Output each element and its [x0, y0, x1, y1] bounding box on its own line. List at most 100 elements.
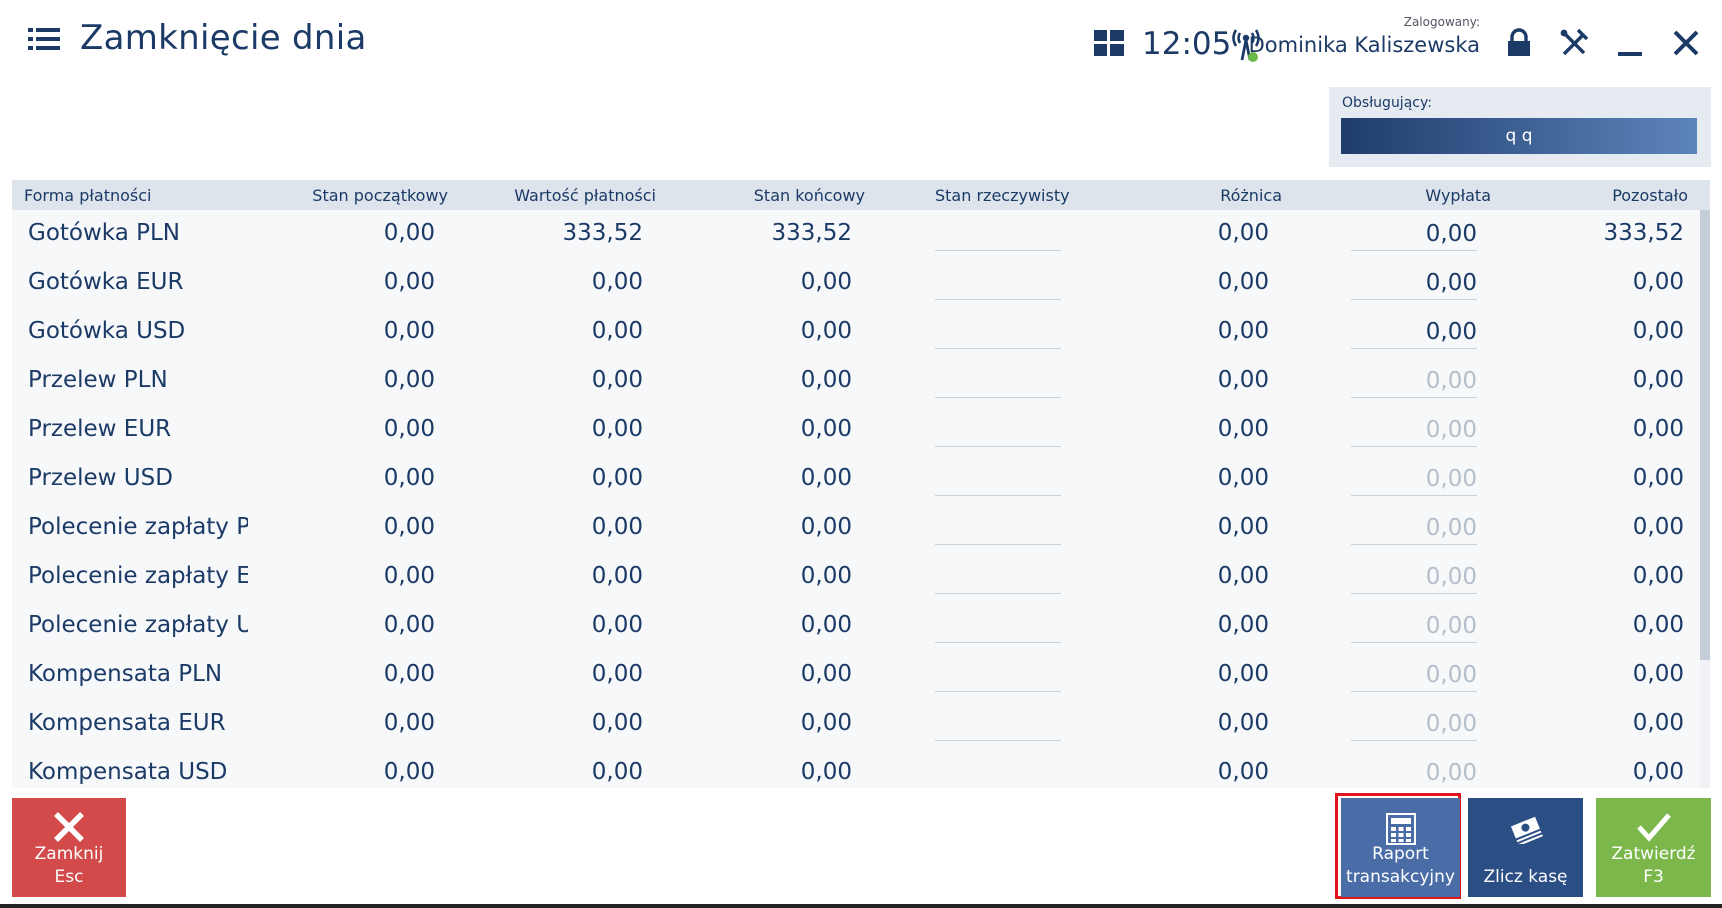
close-button-label: Zamknij — [34, 844, 104, 864]
cell-end: 0,00 — [800, 661, 852, 687]
payout-input[interactable]: 0,00 — [1351, 314, 1477, 349]
close-icon[interactable] — [1670, 27, 1702, 59]
payment-form-name: Polecenie zapłaty EUR — [28, 563, 248, 589]
table-row[interactable]: Kompensata PLN 0,00 0,00 0,00 0,00 0,00 0,00 — [12, 651, 1697, 700]
cell-start: 0,00 — [383, 318, 435, 344]
cell-start: 0,00 — [383, 612, 435, 638]
cell-start: 0,00 — [383, 220, 435, 246]
actual-amount-input[interactable] — [935, 416, 1061, 447]
table-row[interactable]: Gotówka EUR 0,00 0,00 0,00 0,00 0,00 0,00 — [12, 259, 1697, 308]
cell-end: 333,52 — [771, 220, 852, 246]
logged-in-caption: Zalogowany: — [1403, 15, 1480, 29]
minimize-icon[interactable] — [1614, 27, 1646, 59]
payment-form-name: Kompensata PLN — [28, 661, 223, 687]
tools-icon[interactable] — [1558, 27, 1590, 59]
cell-left: 0,00 — [1632, 269, 1684, 295]
cell-end: 0,00 — [800, 465, 852, 491]
payment-form-name: Przelew EUR — [28, 416, 172, 442]
payout-input[interactable]: 0,00 — [1351, 265, 1477, 300]
payout-input: 0,00 — [1351, 363, 1477, 398]
actual-amount-input[interactable] — [935, 514, 1061, 545]
payment-form-name: Gotówka USD — [28, 318, 186, 344]
actual-amount-input[interactable] — [935, 710, 1061, 741]
cell-end: 0,00 — [800, 710, 852, 736]
scrollbar-thumb[interactable] — [1700, 210, 1710, 660]
table-row[interactable]: Przelew EUR 0,00 0,00 0,00 0,00 0,00 0,00 — [12, 406, 1697, 455]
table-row[interactable]: Kompensata USD 0,00 0,00 0,00 0,00 0,00 0,00 — [12, 749, 1697, 788]
operator-label: Obsługujący: — [1342, 95, 1432, 111]
cell-diff: 0,00 — [1217, 612, 1269, 638]
close-button-shortcut: Esc — [54, 867, 84, 887]
cell-payment: 0,00 — [591, 269, 643, 295]
cell-diff: 0,00 — [1217, 318, 1269, 344]
column-header: Stan końcowy — [753, 186, 865, 205]
actual-amount-input[interactable] — [935, 612, 1061, 643]
payment-form-name: Polecenie zapłaty PLN — [28, 514, 248, 540]
cell-start: 0,00 — [383, 269, 435, 295]
payment-form-name: Przelew USD — [28, 465, 173, 491]
cell-start: 0,00 — [383, 514, 435, 540]
cell-diff: 0,00 — [1217, 514, 1269, 540]
cell-payment: 0,00 — [591, 514, 643, 540]
page-title: Zamknięcie dnia — [80, 18, 367, 58]
table-row[interactable]: Polecenie zapłaty EUR 0,00 0,00 0,00 0,00 0,0… — [12, 553, 1697, 602]
cell-diff: 0,00 — [1217, 661, 1269, 687]
cell-left: 333,52 — [1603, 220, 1684, 246]
cell-start: 0,00 — [383, 416, 435, 442]
cell-diff: 0,00 — [1217, 367, 1269, 393]
cell-left: 0,00 — [1632, 367, 1684, 393]
table-row[interactable]: Przelew USD 0,00 0,00 0,00 0,00 0,00 0,00 — [12, 455, 1697, 504]
close-button[interactable]: Zamknij Esc — [12, 798, 126, 897]
actual-amount-input[interactable] — [935, 661, 1061, 692]
cell-start: 0,00 — [383, 759, 435, 785]
cell-diff: 0,00 — [1217, 220, 1269, 246]
bottom-border — [0, 904, 1722, 908]
table-row[interactable]: Gotówka PLN 0,00 333,52 333,52 0,00 333,52 0,0… — [12, 210, 1697, 259]
table-row[interactable]: Kompensata EUR 0,00 0,00 0,00 0,00 0,00 0,00 — [12, 700, 1697, 749]
table-row[interactable]: Przelew PLN 0,00 0,00 0,00 0,00 0,00 0,00 — [12, 357, 1697, 406]
x-icon — [54, 812, 84, 842]
cell-payment: 0,00 — [591, 465, 643, 491]
cell-start: 0,00 — [383, 710, 435, 736]
table-scrollbar[interactable] — [1700, 210, 1710, 788]
actual-amount-input[interactable] — [935, 367, 1061, 398]
operator-select[interactable]: q q — [1341, 118, 1697, 154]
clock: 12:05 — [1142, 26, 1232, 62]
table-row[interactable]: Polecenie zapłaty PLN 0,00 0,00 0,00 0,00 0,0… — [12, 504, 1697, 553]
payout-input[interactable]: 0,00 — [1351, 216, 1477, 251]
cell-diff: 0,00 — [1217, 563, 1269, 589]
cell-diff: 0,00 — [1217, 416, 1269, 442]
payout-input: 0,00 — [1351, 559, 1477, 594]
table-row[interactable]: Gotówka USD 0,00 0,00 0,00 0,00 0,00 0,00 — [12, 308, 1697, 357]
cell-payment: 0,00 — [591, 661, 643, 687]
cell-payment: 0,00 — [591, 416, 643, 442]
payment-form-name: Gotówka EUR — [28, 269, 184, 295]
actual-amount-input[interactable] — [935, 465, 1061, 496]
confirm-button[interactable]: Zatwierdź F3 — [1596, 798, 1711, 897]
cell-end: 0,00 — [800, 612, 852, 638]
payout-input: 0,00 — [1351, 755, 1477, 788]
cell-end: 0,00 — [800, 367, 852, 393]
cell-payment: 0,00 — [591, 318, 643, 344]
actual-amount-input[interactable] — [935, 563, 1061, 594]
payment-form-name: Przelew PLN — [28, 367, 168, 393]
cell-payment: 0,00 — [591, 563, 643, 589]
count-cash-button-label: Zlicz kasę — [1483, 867, 1568, 887]
lock-icon[interactable] — [1503, 27, 1535, 59]
actual-amount-input[interactable] — [935, 220, 1061, 251]
cell-diff: 0,00 — [1217, 465, 1269, 491]
payment-form-name: Gotówka PLN — [28, 220, 181, 246]
column-header: Stan początkowy — [312, 186, 448, 205]
menu-icon[interactable] — [28, 26, 60, 54]
cell-payment: 0,00 — [591, 367, 643, 393]
cell-end: 0,00 — [800, 563, 852, 589]
transaction-report-button[interactable]: Raport transakcyjny — [1341, 798, 1460, 897]
tiles-icon[interactable] — [1094, 30, 1124, 56]
column-header: Wartość płatności — [514, 186, 656, 205]
count-cash-button[interactable]: Zlicz kasę — [1468, 798, 1583, 897]
actual-amount-input[interactable] — [935, 318, 1061, 349]
payments-table: Forma płatności Stan początkowy Wartość … — [12, 180, 1710, 788]
actual-amount-input[interactable] — [935, 269, 1061, 300]
table-row[interactable]: Polecenie zapłaty USD 0,00 0,00 0,00 0,00 0,0… — [12, 602, 1697, 651]
cell-payment: 333,52 — [562, 220, 643, 246]
